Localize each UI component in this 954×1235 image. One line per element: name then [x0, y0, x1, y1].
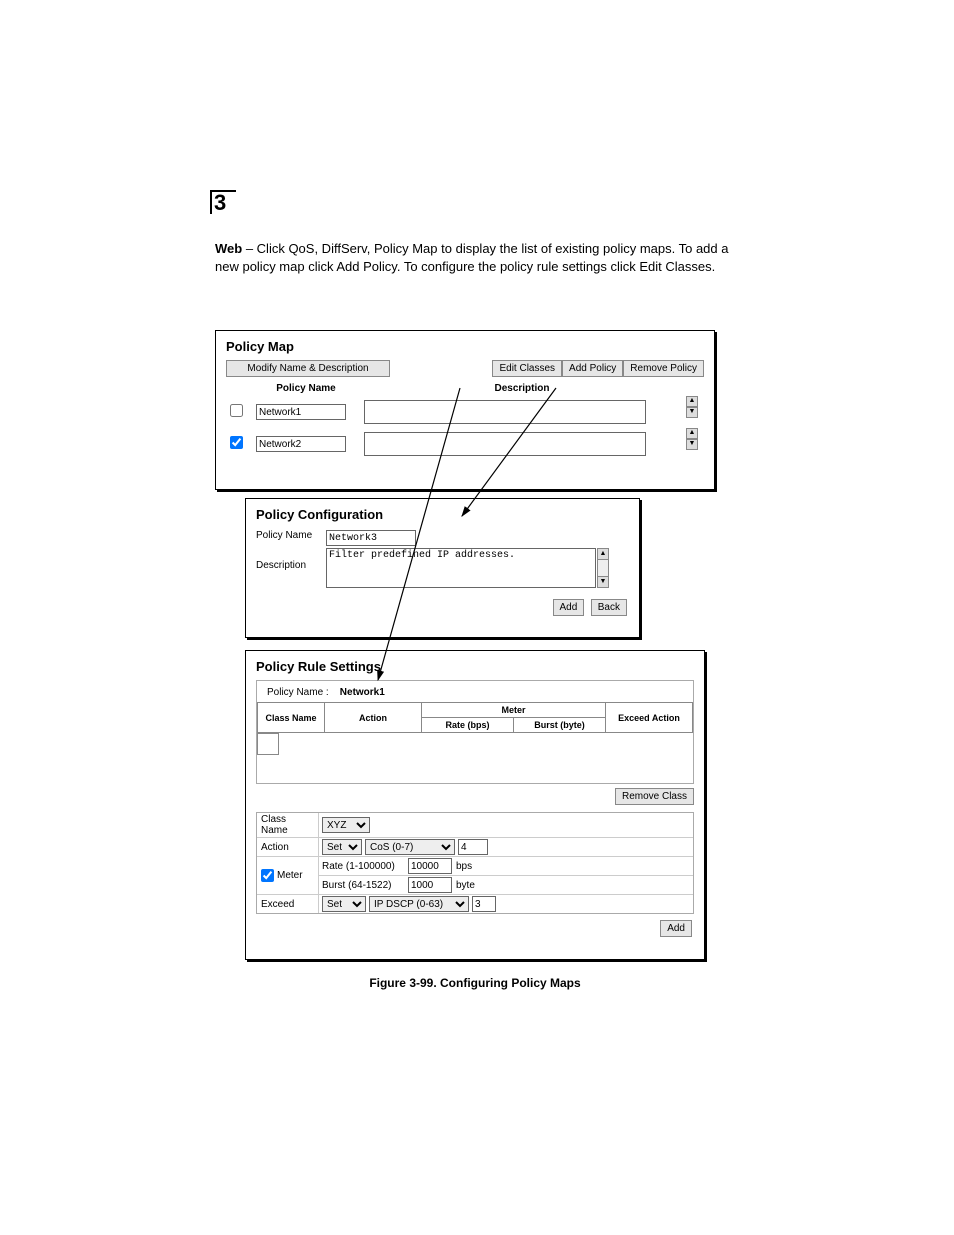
empty-cell	[257, 733, 279, 755]
intro-body: – Click QoS, DiffServ, Policy Map to dis…	[215, 241, 729, 274]
form-class-name-label: Class Name	[257, 813, 319, 837]
pc-back-button[interactable]: Back	[591, 599, 627, 616]
edit-classes-button[interactable]: Edit Classes	[492, 360, 562, 377]
rate-unit: bps	[456, 861, 472, 872]
remove-policy-button[interactable]: Remove Policy	[623, 360, 704, 377]
scrollbar[interactable]: ▲▼	[686, 428, 698, 450]
col-policy-name: Policy Name	[252, 381, 360, 396]
rate-input[interactable]	[408, 858, 452, 874]
pr-pname-value: Network1	[340, 687, 385, 698]
pc-add-button[interactable]: Add	[553, 599, 585, 616]
rate-label: Rate (1-100000)	[322, 861, 404, 872]
policy-rule-inner: Policy Name : Network1 Class Name Action…	[256, 680, 694, 784]
col-meter: Meter	[422, 703, 606, 718]
policy-rule-settings-panel: Policy Rule Settings Policy Name : Netwo…	[245, 650, 705, 960]
scrollbar[interactable]: ▲▼	[686, 396, 698, 418]
policy-rule-table: Class Name Action Meter Exceed Action Ra…	[257, 702, 693, 733]
col-description: Description	[360, 381, 684, 396]
form-meter-label: Meter	[257, 857, 319, 894]
policy-map-table: Policy Name Description ▲▼ ▲▼	[226, 381, 684, 460]
pr-add-button[interactable]: Add	[660, 920, 692, 937]
pr-pname-label: Policy Name :	[267, 687, 337, 698]
table-row: ▲▼	[226, 396, 684, 428]
chapter-number: 3	[210, 190, 236, 214]
exceed-set-select[interactable]: Set	[322, 896, 366, 912]
modify-name-desc-button[interactable]: Modify Name & Description	[226, 360, 390, 377]
col-class-name: Class Name	[258, 703, 325, 733]
policy-name-input[interactable]	[256, 436, 346, 452]
policy-configuration-panel: Policy Configuration Policy Name Descrip…	[245, 498, 640, 638]
policy-rule-form: Class Name XYZ Action Set CoS (0-7) Mete…	[256, 812, 694, 914]
meter-checkbox[interactable]	[261, 869, 274, 882]
action-cos-select[interactable]: CoS (0-7)	[365, 839, 455, 855]
table-row: ▲▼	[226, 428, 684, 460]
exceed-value-input[interactable]	[472, 896, 496, 912]
policy-map-title: Policy Map	[216, 331, 714, 360]
intro-web-label: Web	[215, 241, 242, 256]
pc-name-label: Policy Name	[256, 530, 326, 541]
policy-name-input[interactable]	[256, 404, 346, 420]
scrollbar[interactable]: ▲▼	[597, 548, 609, 588]
remove-class-button[interactable]: Remove Class	[615, 788, 694, 805]
meter-label-text: Meter	[277, 870, 303, 881]
add-policy-button[interactable]: Add Policy	[562, 360, 623, 377]
policy-configuration-title: Policy Configuration	[246, 499, 639, 528]
policy-rule-title: Policy Rule Settings	[246, 651, 704, 680]
description-box[interactable]	[364, 432, 646, 456]
form-action-label: Action	[257, 838, 319, 856]
col-rate: Rate (bps)	[422, 718, 514, 733]
col-exceed-action: Exceed Action	[606, 703, 693, 733]
policy-map-panel: Policy Map Modify Name & Description Edi…	[215, 330, 715, 490]
action-set-select[interactable]: Set	[322, 839, 362, 855]
pc-name-input[interactable]	[326, 530, 416, 546]
intro-paragraph: Web – Click QoS, DiffServ, Policy Map to…	[215, 240, 735, 275]
description-box[interactable]	[364, 400, 646, 424]
burst-label: Burst (64-1522)	[322, 880, 404, 891]
figure-caption: Figure 3-99. Configuring Policy Maps	[215, 976, 735, 990]
form-exceed-label: Exceed	[257, 895, 319, 913]
burst-unit: byte	[456, 880, 475, 891]
action-value-input[interactable]	[458, 839, 488, 855]
pc-desc-textarea[interactable]	[326, 548, 596, 588]
class-name-select[interactable]: XYZ	[322, 817, 370, 833]
burst-input[interactable]	[408, 877, 452, 893]
exceed-dscp-select[interactable]: IP DSCP (0-63)	[369, 896, 469, 912]
row-checkbox[interactable]	[230, 404, 243, 417]
row-checkbox[interactable]	[230, 436, 243, 449]
col-burst: Burst (byte)	[514, 718, 606, 733]
pc-desc-label: Description	[256, 548, 326, 571]
policy-rule-body	[257, 733, 693, 783]
col-action: Action	[325, 703, 422, 733]
